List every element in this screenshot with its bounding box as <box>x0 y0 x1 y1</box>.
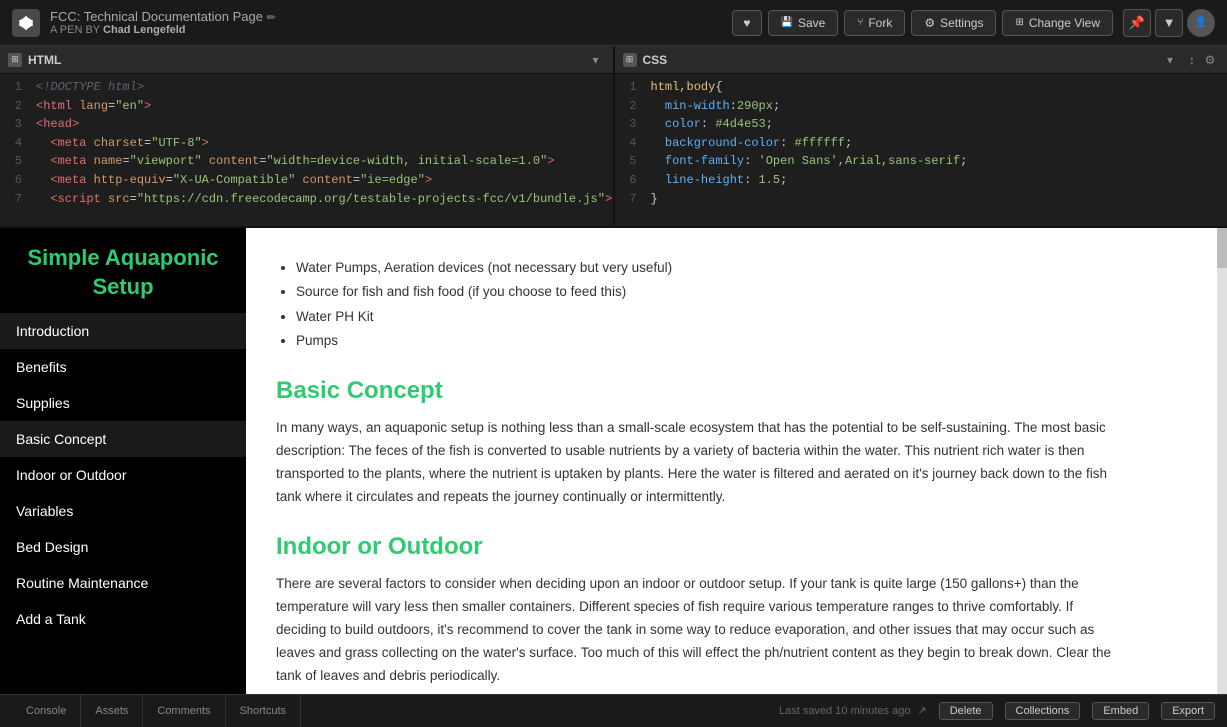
basic-concept-text: In many ways, an aquaponic setup is noth… <box>276 417 1116 509</box>
css-code[interactable]: html,body{ min-width:290px; color: #4d4e… <box>643 74 1227 226</box>
css-editor-header: ⊞ CSS ▾ ↕ ⚙ <box>615 46 1227 74</box>
right-scrollbar[interactable] <box>1217 228 1227 694</box>
change-view-button[interactable]: ⊞ Change View <box>1002 10 1113 36</box>
sidebar-item-bed-design[interactable]: Bed Design <box>0 529 246 565</box>
sidebar-nav: Introduction Benefits Supplies Basic Con… <box>0 313 246 694</box>
title-area: FCC: Technical Documentation Page ✏ A PE… <box>50 9 732 36</box>
sidebar-item-routine-maintenance[interactable]: Routine Maintenance <box>0 565 246 601</box>
preview-area: Simple Aquaponic Setup Introduction Bene… <box>0 228 1227 694</box>
css-settings-btn[interactable]: ⚙ <box>1201 51 1219 69</box>
html-collapse-btn[interactable]: ▾ <box>587 51 605 69</box>
sidebar-item-add-a-tank[interactable]: Add a Tank <box>0 601 246 637</box>
save-info-icon: ↗ <box>918 705 927 717</box>
list-item: Water Pumps, Aeration devices (not neces… <box>296 256 1116 280</box>
content-inner: Water Pumps, Aeration devices (not neces… <box>246 228 1146 694</box>
sidebar-item-supplies[interactable]: Supplies <box>0 385 246 421</box>
css-label: CSS <box>643 53 1162 67</box>
avatar[interactable]: 👤 <box>1187 9 1215 37</box>
css-icon: ⊞ <box>623 53 637 67</box>
indoor-outdoor-text-1: There are several factors to consider wh… <box>276 573 1116 688</box>
list-item: Source for fish and fish food (if you ch… <box>296 280 1116 304</box>
sidebar-item-benefits[interactable]: Benefits <box>0 349 246 385</box>
css-line-numbers: 1234567 <box>615 74 643 226</box>
save-info: Last saved 10 minutes ago ↗ <box>779 704 927 717</box>
settings-icon: ⚙ <box>924 16 935 30</box>
sidebar-title: Simple Aquaponic Setup <box>0 228 246 313</box>
sidebar: Simple Aquaponic Setup Introduction Bene… <box>0 228 246 694</box>
css-collapse-btn[interactable]: ▾ <box>1161 51 1179 69</box>
list-item: Water PH Kit <box>296 305 1116 329</box>
bottombar-right: Last saved 10 minutes ago ↗ Delete Colle… <box>779 702 1215 720</box>
content-area[interactable]: Water Pumps, Aeration devices (not neces… <box>246 228 1217 694</box>
sidebar-item-indoor-outdoor[interactable]: Indoor or Outdoor <box>0 457 246 493</box>
codepen-logo <box>12 9 40 37</box>
editor-area: ⊞ HTML ▾ 1234567 <!DOCTYPE html> <html l… <box>0 46 1227 228</box>
sidebar-item-introduction[interactable]: Introduction <box>0 313 246 349</box>
html-editor-pane: ⊞ HTML ▾ 1234567 <!DOCTYPE html> <html l… <box>0 46 613 226</box>
shortcuts-tab[interactable]: Shortcuts <box>226 695 301 727</box>
bottombar-tabs: Console Assets Comments Shortcuts <box>12 695 301 727</box>
bottombar: Console Assets Comments Shortcuts Last s… <box>0 694 1227 726</box>
html-label: HTML <box>28 53 587 67</box>
comments-tab[interactable]: Comments <box>143 695 225 727</box>
topbar: FCC: Technical Documentation Page ✏ A PE… <box>0 0 1227 46</box>
supplies-list: Water Pumps, Aeration devices (not neces… <box>296 256 1116 353</box>
change-view-icon: ⊞ <box>1015 17 1023 28</box>
assets-tab[interactable]: Assets <box>81 695 143 727</box>
css-editor-pane: ⊞ CSS ▾ ↕ ⚙ 1234567 html,body{ min-width… <box>613 46 1227 226</box>
fork-icon: ⑂ <box>857 17 863 28</box>
more-button[interactable]: ▼ <box>1155 9 1183 37</box>
html-line-numbers: 1234567 <box>0 74 28 226</box>
embed-button[interactable]: Embed <box>1092 702 1149 720</box>
html-editor-header: ⊞ HTML ▾ <box>0 46 613 74</box>
html-editor-content[interactable]: 1234567 <!DOCTYPE html> <html lang="en">… <box>0 74 613 226</box>
heart-icon: ♥ <box>743 16 750 30</box>
fork-button[interactable]: ⑂ Fork <box>844 10 905 36</box>
css-editor-content[interactable]: 1234567 html,body{ min-width:290px; colo… <box>615 74 1227 226</box>
pin-button[interactable]: 📌 <box>1123 9 1151 37</box>
pen-author: A PEN BY Chad Lengefeld <box>50 24 732 36</box>
collections-button[interactable]: Collections <box>1005 702 1081 720</box>
sidebar-item-variables[interactable]: Variables <box>0 493 246 529</box>
topbar-actions: ♥ 💾 Save ⑂ Fork ⚙ Settings ⊞ Change View… <box>732 9 1215 37</box>
extra-buttons: 📌 ▼ 👤 <box>1123 9 1215 37</box>
html-icon: ⊞ <box>8 53 22 67</box>
save-icon: 💾 <box>781 17 793 28</box>
console-tab[interactable]: Console <box>12 695 81 727</box>
delete-button[interactable]: Delete <box>939 702 993 720</box>
pen-title: FCC: Technical Documentation Page ✏ <box>50 9 732 24</box>
list-item: Pumps <box>296 329 1116 353</box>
basic-concept-title: Basic Concept <box>276 377 1116 405</box>
indoor-outdoor-title: Indoor or Outdoor <box>276 533 1116 561</box>
export-button[interactable]: Export <box>1161 702 1215 720</box>
scrollbar-thumb <box>1217 228 1227 268</box>
css-expand-btn[interactable]: ↕ <box>1183 51 1201 69</box>
heart-button[interactable]: ♥ <box>732 10 761 36</box>
sidebar-item-basic-concept[interactable]: Basic Concept <box>0 421 246 457</box>
save-button[interactable]: 💾 Save <box>768 10 839 36</box>
settings-button[interactable]: ⚙ Settings <box>911 10 996 36</box>
html-code[interactable]: <!DOCTYPE html> <html lang="en"> <head> … <box>28 74 613 226</box>
